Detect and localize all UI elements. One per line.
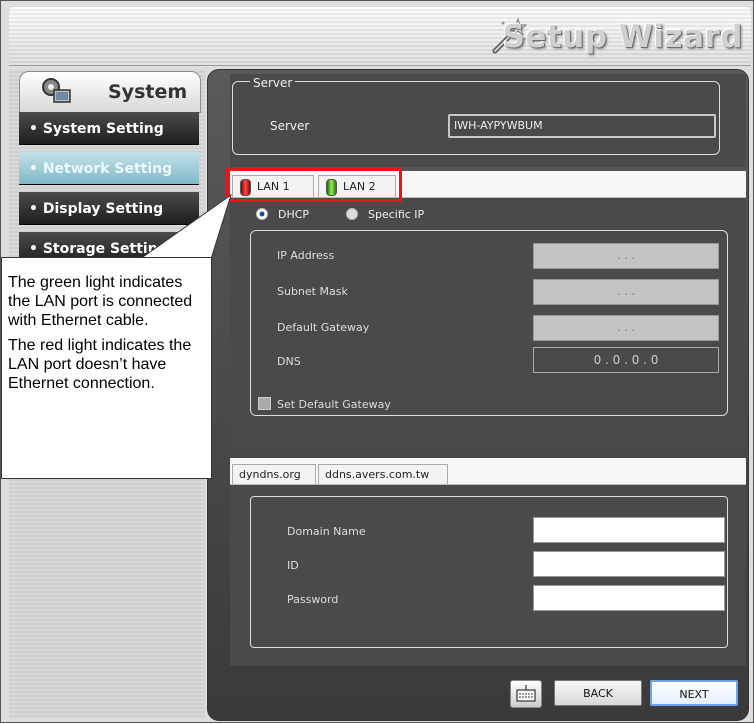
domain-name-input[interactable] — [533, 517, 725, 543]
main-panel: Server Server IWH-AYPYWBUM LAN 1 LAN 2 D… — [207, 69, 749, 721]
keyboard-button[interactable] — [510, 680, 542, 708]
radio-unselected-icon — [346, 208, 358, 220]
tab-ddns-avers[interactable]: ddns.avers.com.tw — [318, 464, 448, 484]
sidebar-item-network-setting[interactable]: • Network Setting — [19, 152, 199, 185]
default-gateway-label: Default Gateway — [277, 321, 370, 334]
lan-tabs-highlight — [226, 168, 402, 202]
domain-name-label: Domain Name — [287, 525, 366, 538]
callout-green-text: The green light indicates the LAN port i… — [8, 274, 193, 329]
sidebar-item-display-setting[interactable]: • Display Setting — [19, 192, 199, 225]
set-default-gateway-checkbox[interactable]: Set Default Gateway — [258, 397, 391, 411]
radio-selected-icon — [256, 208, 268, 220]
server-field-label: Server — [270, 119, 310, 133]
lan-settings: LAN 1 LAN 2 DHCP Specific IP IP Address … — [230, 171, 746, 449]
password-input[interactable] — [533, 585, 725, 611]
radio-specific-ip[interactable]: Specific IP — [346, 208, 424, 221]
dns-label: DNS — [277, 355, 301, 368]
sidebar-section-label: System — [108, 81, 188, 103]
server-group-label: Server — [250, 76, 296, 90]
id-input[interactable] — [533, 551, 725, 577]
radio-dhcp[interactable]: DHCP — [256, 208, 309, 221]
setup-wizard-window: Setup Wizard System • System Setting • N… — [0, 0, 754, 723]
subnet-mask-label: Subnet Mask — [277, 285, 348, 298]
ip-address-label: IP Address — [277, 249, 335, 262]
sidebar-section-system: System — [19, 71, 201, 113]
ddns-settings: dyndns.org ddns.avers.com.tw Domain Name… — [230, 458, 746, 666]
lan-led-callout: The green light indicates the LAN port i… — [1, 257, 212, 479]
radio-label: DHCP — [278, 208, 310, 221]
ip-settings-group: IP Address . . . Subnet Mask . . . Defau… — [250, 230, 728, 416]
tab-dyndns[interactable]: dyndns.org — [232, 464, 316, 484]
id-label: ID — [287, 559, 299, 572]
back-button[interactable]: BACK — [554, 680, 642, 706]
default-gateway-field[interactable]: . . . — [533, 315, 719, 341]
radio-label: Specific IP — [368, 208, 425, 221]
ddns-fields-group: Domain Name ID Password — [250, 496, 728, 648]
header-bar: Setup Wizard — [9, 7, 751, 66]
ip-address-field[interactable]: . . . — [533, 243, 719, 269]
page-title: Setup Wizard — [502, 19, 743, 55]
keyboard-icon — [516, 685, 536, 702]
next-button[interactable]: NEXT — [650, 680, 738, 706]
sidebar-item-system-setting[interactable]: • System Setting — [19, 112, 199, 145]
callout-red-text: The red light indicates the LAN port doe… — [8, 337, 192, 392]
server-name-input[interactable]: IWH-AYPYWBUM — [448, 114, 716, 138]
subnet-mask-field[interactable]: . . . — [533, 279, 719, 305]
password-label: Password — [287, 593, 339, 606]
checkbox-label: Set Default Gateway — [277, 398, 391, 411]
system-gear-icon — [42, 78, 71, 103]
checkbox-icon — [258, 397, 271, 410]
dns-field[interactable]: 0 . 0 . 0 . 0 — [533, 347, 719, 373]
